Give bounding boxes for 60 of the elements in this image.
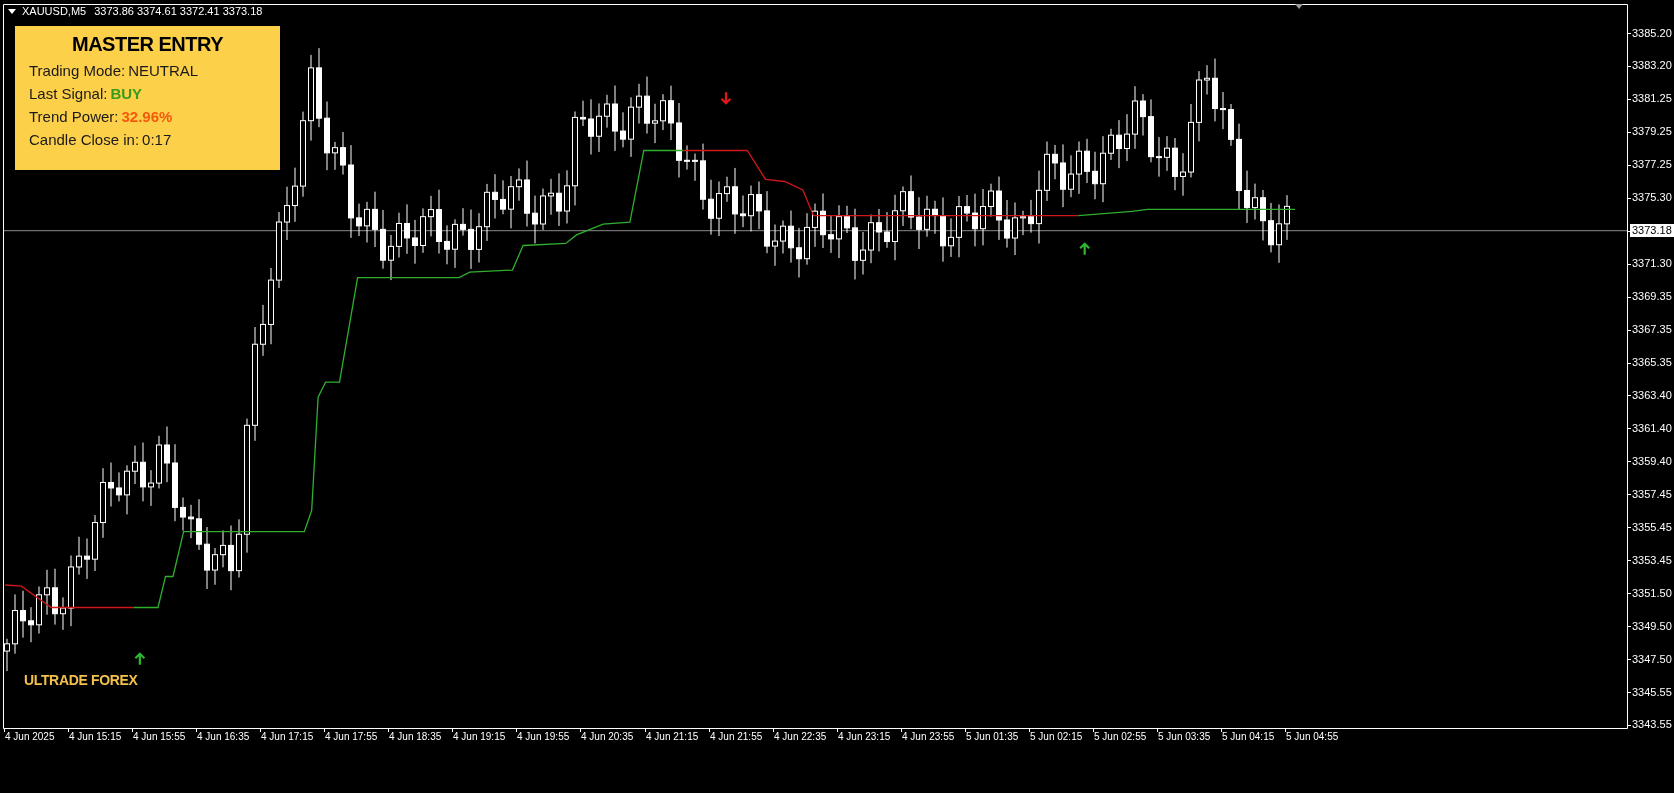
field-value: NEUTRAL [128, 61, 199, 81]
price-label: 3381.25 [1632, 92, 1672, 105]
price-label: 3377.25 [1632, 158, 1672, 171]
price-label: 3369.35 [1632, 290, 1672, 303]
price-label: 3379.25 [1632, 125, 1672, 138]
time-label: 4 Jun 2025 [5, 731, 55, 743]
price-label: 3383.20 [1632, 59, 1672, 72]
price-label: 3367.35 [1632, 323, 1672, 336]
field-label: Trading Mode: [29, 61, 126, 81]
field-label: Trend Power: [29, 107, 119, 127]
time-label: 4 Jun 19:55 [517, 731, 570, 743]
field-label: Last Signal: [29, 84, 108, 104]
price-label: 3345.55 [1632, 686, 1672, 699]
price-label: 3375.30 [1632, 191, 1672, 204]
price-label: 3365.35 [1632, 356, 1672, 369]
field-label: Candle Close in: [29, 130, 140, 150]
ohlc-prices: 3373.86 3374.61 3372.41 3373.18 [94, 6, 263, 17]
time-label: 4 Jun 19:15 [453, 731, 506, 743]
down-arrow-icon [720, 91, 732, 105]
dropdown-icon[interactable] [8, 8, 16, 15]
time-label: 4 Jun 16:35 [197, 731, 250, 743]
time-label: 4 Jun 21:15 [646, 731, 699, 743]
time-label: 5 Jun 04:55 [1286, 731, 1339, 743]
time-label: 4 Jun 23:15 [838, 731, 891, 743]
price-label: 3349.50 [1632, 620, 1672, 633]
price-label: 3351.50 [1632, 587, 1672, 600]
price-label: 3353.45 [1632, 554, 1672, 567]
price-label: 3371.30 [1632, 257, 1672, 270]
time-label: 4 Jun 23:55 [902, 731, 955, 743]
time-label: 4 Jun 17:55 [325, 731, 378, 743]
time-label: 4 Jun 17:15 [261, 731, 314, 743]
field-value: BUY [110, 84, 143, 104]
shift-marker-icon [1295, 4, 1303, 9]
field-value: 32.96% [121, 107, 173, 127]
panel-title: MASTER ENTRY [71, 32, 223, 57]
price-label: 3355.45 [1632, 521, 1672, 534]
time-label: 4 Jun 21:55 [710, 731, 763, 743]
price-label: 3357.45 [1632, 488, 1672, 501]
time-label: 4 Jun 20:35 [581, 731, 634, 743]
up-arrow-icon [1079, 242, 1091, 256]
up-arrow-icon [134, 652, 146, 666]
price-label: 3385.20 [1632, 27, 1672, 40]
time-label: 5 Jun 01:35 [966, 731, 1019, 743]
time-label: 5 Jun 02:55 [1094, 731, 1147, 743]
time-label: 4 Jun 22:35 [774, 731, 827, 743]
time-label: 4 Jun 15:15 [69, 731, 122, 743]
time-label: 4 Jun 15:55 [133, 731, 186, 743]
price-label: 3363.40 [1632, 389, 1672, 402]
brand-label: ULTRADE FOREX [24, 673, 138, 687]
price-label: 3361.40 [1632, 422, 1672, 435]
time-label: 5 Jun 02:15 [1030, 731, 1083, 743]
current-price-tag: 3373.18 [1630, 224, 1674, 237]
field-value: 0:17 [142, 130, 172, 150]
symbol-label: XAUUSD,M5 [22, 6, 87, 17]
time-label: 4 Jun 18:35 [389, 731, 442, 743]
price-label: 3343.55 [1632, 718, 1672, 731]
time-label: 5 Jun 03:35 [1158, 731, 1211, 743]
price-label: 3347.50 [1632, 653, 1672, 666]
price-label: 3359.40 [1632, 455, 1672, 468]
time-label: 5 Jun 04:15 [1222, 731, 1275, 743]
